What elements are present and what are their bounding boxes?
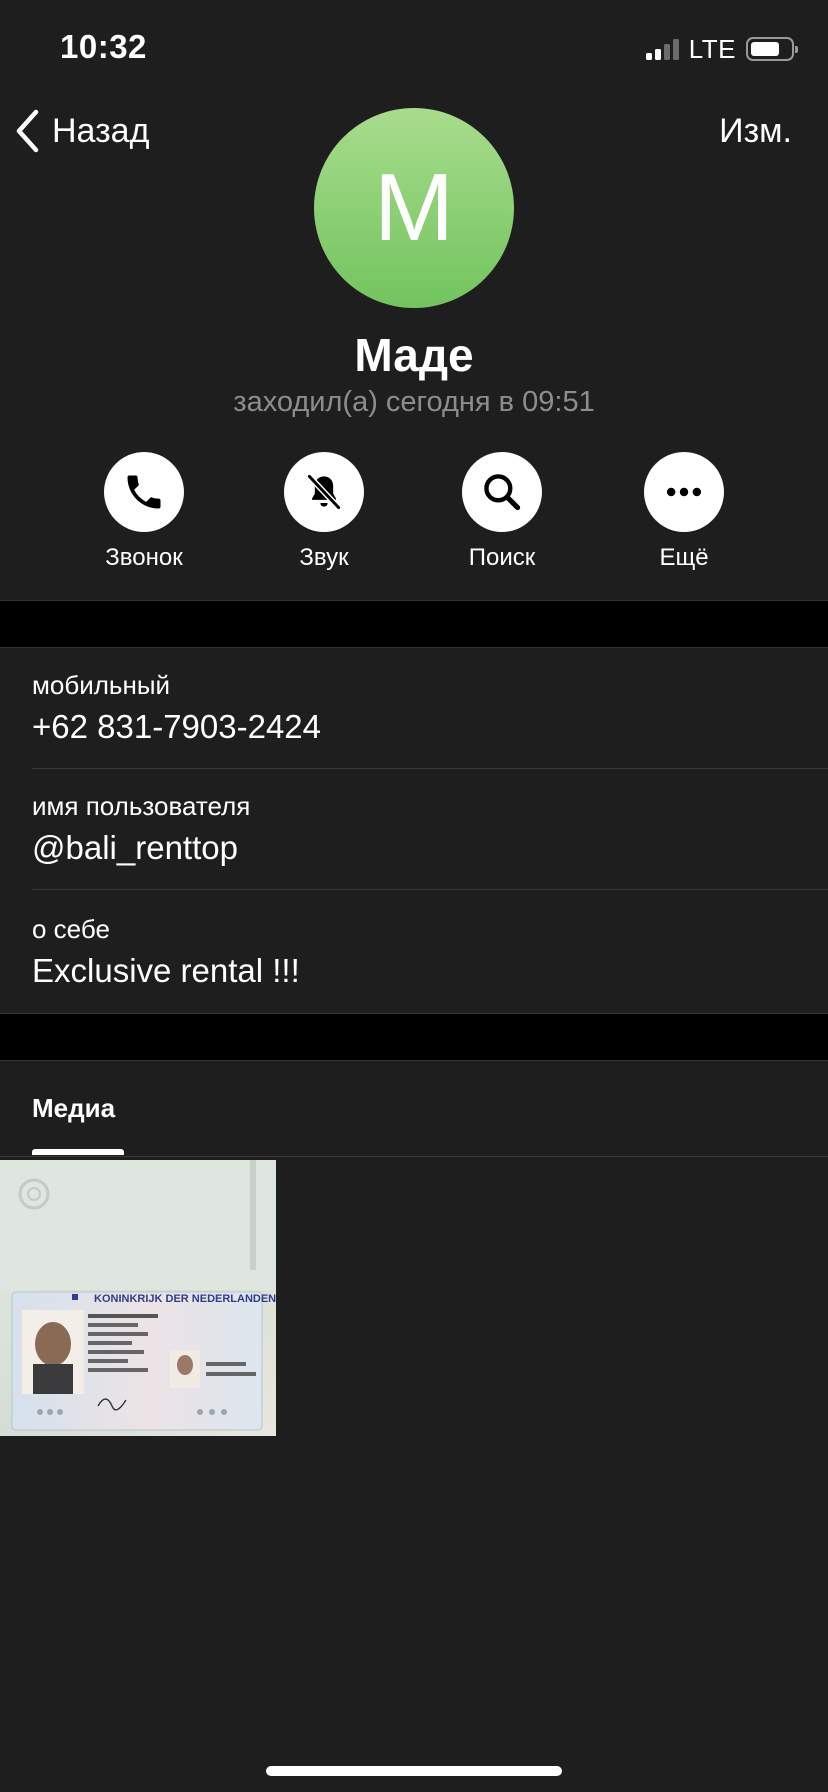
- more-icon: [666, 487, 702, 497]
- network-type: LTE: [688, 33, 736, 64]
- bio-row: о себе Exclusive rental !!!: [0, 890, 828, 1013]
- status-time: 10:32: [60, 28, 147, 65]
- more-button[interactable]: Ещё: [604, 452, 764, 572]
- status-indicators: LTE: [645, 33, 798, 64]
- chevron-left-icon: [16, 109, 39, 153]
- back-label: Назад: [52, 111, 150, 150]
- battery-icon: [746, 37, 798, 61]
- call-button[interactable]: Звонок: [64, 452, 224, 572]
- avatar[interactable]: M: [314, 108, 514, 308]
- contact-profile-screen: 10:32 LTE Назад Изм. M Маде заходил(а) с…: [0, 0, 828, 1792]
- mute-button[interactable]: Звук: [244, 452, 404, 572]
- phone-icon: [127, 475, 161, 509]
- username-caption: имя пользователя: [32, 791, 251, 821]
- home-indicator[interactable]: [266, 1766, 562, 1776]
- tab-divider: [0, 1156, 828, 1157]
- tab-media[interactable]: Медиа: [32, 1093, 115, 1124]
- avatar-letter: M: [374, 154, 454, 261]
- more-label: Ещё: [659, 544, 709, 571]
- edit-button[interactable]: Изм.: [719, 112, 792, 151]
- search-icon: [484, 474, 521, 511]
- mobile-value[interactable]: +62 831-7903-2424: [32, 708, 321, 746]
- section-separator: [0, 1013, 828, 1061]
- bell-slash-icon: [306, 473, 342, 511]
- call-label: Звонок: [105, 544, 183, 571]
- mute-label: Звук: [299, 544, 349, 571]
- signal-icon: [645, 38, 679, 60]
- passport-photo: KONINKRIJK DER NEDERLANDEN: [0, 1160, 276, 1436]
- back-button[interactable]: Назад: [14, 108, 149, 154]
- username-row[interactable]: имя пользователя @bali_renttop: [0, 769, 828, 890]
- bio-caption: о себе: [32, 914, 110, 944]
- media-thumbnail[interactable]: KONINKRIJK DER NEDERLANDEN: [0, 1160, 276, 1436]
- section-separator: [0, 600, 828, 648]
- username-value[interactable]: @bali_renttop: [32, 829, 238, 867]
- doc-header: KONINKRIJK DER NEDERLANDEN: [94, 1293, 276, 1305]
- mobile-caption: мобильный: [32, 670, 171, 700]
- mobile-row[interactable]: мобильный +62 831-7903-2424: [0, 648, 828, 769]
- tab-indicator: [32, 1149, 124, 1155]
- last-seen-status: заходил(а) сегодня в 09:51: [233, 386, 595, 418]
- search-label: Поиск: [468, 544, 536, 571]
- search-button[interactable]: Поиск: [422, 452, 582, 572]
- bio-value: Exclusive rental !!!: [32, 952, 300, 989]
- contact-name: Маде: [354, 329, 474, 381]
